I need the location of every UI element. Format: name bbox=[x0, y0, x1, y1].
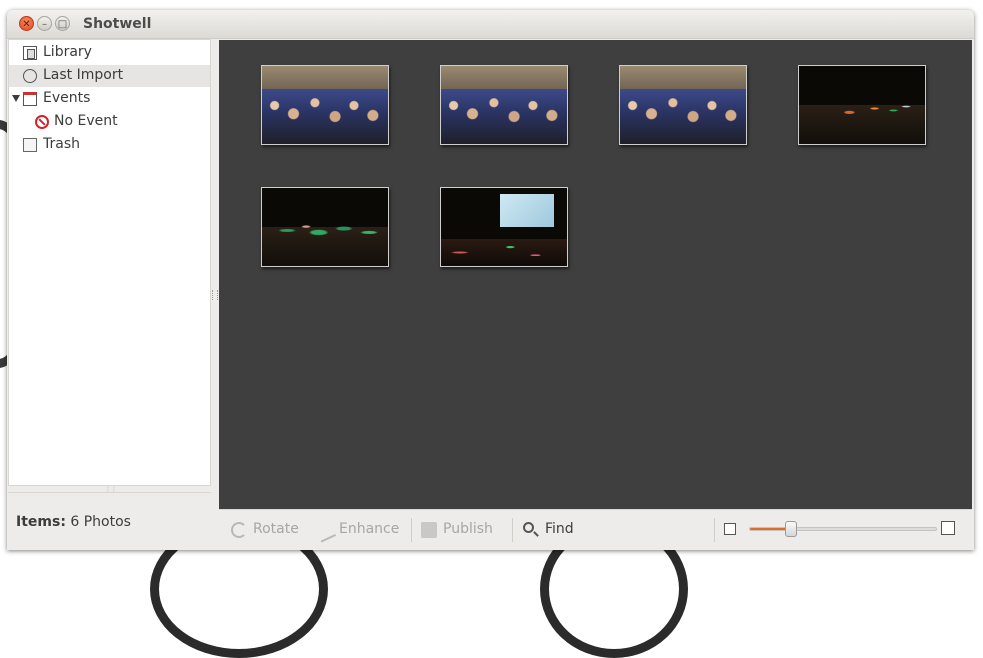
trash-icon bbox=[23, 138, 37, 152]
publish-label: Publish bbox=[443, 521, 493, 537]
bottom-toolbar: Rotate Enhance Publish Find bbox=[219, 509, 972, 550]
find-label: Find bbox=[545, 521, 574, 537]
shotwell-window: ✕ – □ Shotwell Library Last Import Event… bbox=[7, 10, 974, 550]
photo-figures bbox=[799, 89, 925, 129]
title-bar[interactable]: ✕ – □ Shotwell bbox=[7, 10, 974, 39]
expander-triangle-icon[interactable] bbox=[12, 95, 20, 102]
sidebar-item-library[interactable]: Library bbox=[9, 42, 210, 64]
publish-icon bbox=[421, 522, 437, 538]
photo-crowd bbox=[441, 89, 567, 144]
library-icon bbox=[23, 46, 37, 60]
minimize-window-button[interactable]: – bbox=[37, 16, 52, 31]
sidebar-item-trash[interactable]: Trash bbox=[9, 134, 210, 156]
photo-figures bbox=[262, 211, 388, 251]
sidebar-item-events[interactable]: Events bbox=[9, 88, 210, 110]
status-area: Items: 6 Photos bbox=[8, 492, 211, 550]
toolbar-separator bbox=[714, 518, 715, 542]
zoom-in-icon[interactable] bbox=[941, 521, 955, 535]
enhance-label: Enhance bbox=[339, 521, 400, 537]
zoom-slider[interactable] bbox=[749, 521, 937, 537]
enhance-icon bbox=[313, 519, 337, 543]
maximize-window-button[interactable]: □ bbox=[55, 16, 70, 31]
photo-crowd bbox=[620, 89, 746, 144]
photo-crowd bbox=[262, 89, 388, 144]
publish-button[interactable]: Publish bbox=[421, 520, 506, 540]
rotate-button[interactable]: Rotate bbox=[231, 520, 311, 540]
photo-thumbnail[interactable] bbox=[261, 187, 389, 267]
window-title: Shotwell bbox=[83, 16, 152, 32]
zoom-out-icon[interactable] bbox=[724, 523, 736, 535]
last-import-icon bbox=[23, 69, 37, 83]
item-count: Items: 6 Photos bbox=[16, 514, 131, 530]
photo-projector-screen bbox=[500, 194, 555, 227]
sidebar-item-label: Trash bbox=[43, 136, 80, 152]
toolbar-separator bbox=[512, 518, 513, 542]
photo-thumbnail[interactable] bbox=[440, 187, 568, 267]
sidebar-item-last-import[interactable]: Last Import bbox=[9, 65, 210, 87]
find-icon bbox=[523, 522, 534, 533]
enhance-button[interactable]: Enhance bbox=[313, 519, 407, 543]
rotate-label: Rotate bbox=[253, 521, 299, 537]
close-window-button[interactable]: ✕ bbox=[19, 16, 34, 31]
photo-thumbnail[interactable] bbox=[440, 65, 568, 145]
find-button[interactable]: Find bbox=[523, 520, 583, 540]
events-icon bbox=[23, 92, 37, 106]
photo-thumbnail[interactable] bbox=[261, 65, 389, 145]
sidebar-item-label: Library bbox=[43, 44, 92, 60]
zoom-slider-handle[interactable] bbox=[784, 521, 797, 537]
rotate-icon bbox=[231, 522, 247, 538]
sidebar-item-no-event[interactable]: No Event bbox=[9, 111, 210, 133]
photo-thumbnail[interactable] bbox=[798, 65, 926, 145]
item-count-label: Items: bbox=[16, 514, 66, 530]
sidebar-item-label: Last Import bbox=[43, 67, 124, 83]
pane-resize-grip[interactable] bbox=[212, 290, 218, 300]
sidebar-item-label: No Event bbox=[54, 113, 118, 129]
photo-thumbnail[interactable] bbox=[619, 65, 747, 145]
sidebar-item-label: Events bbox=[43, 90, 91, 106]
toolbar-separator bbox=[411, 518, 412, 542]
no-event-icon bbox=[35, 115, 49, 129]
photo-viewer bbox=[219, 40, 972, 509]
photo-floor bbox=[441, 238, 567, 266]
item-count-value: 6 Photos bbox=[70, 514, 131, 530]
sidebar: Library Last Import Events No Event Tras… bbox=[8, 39, 211, 486]
